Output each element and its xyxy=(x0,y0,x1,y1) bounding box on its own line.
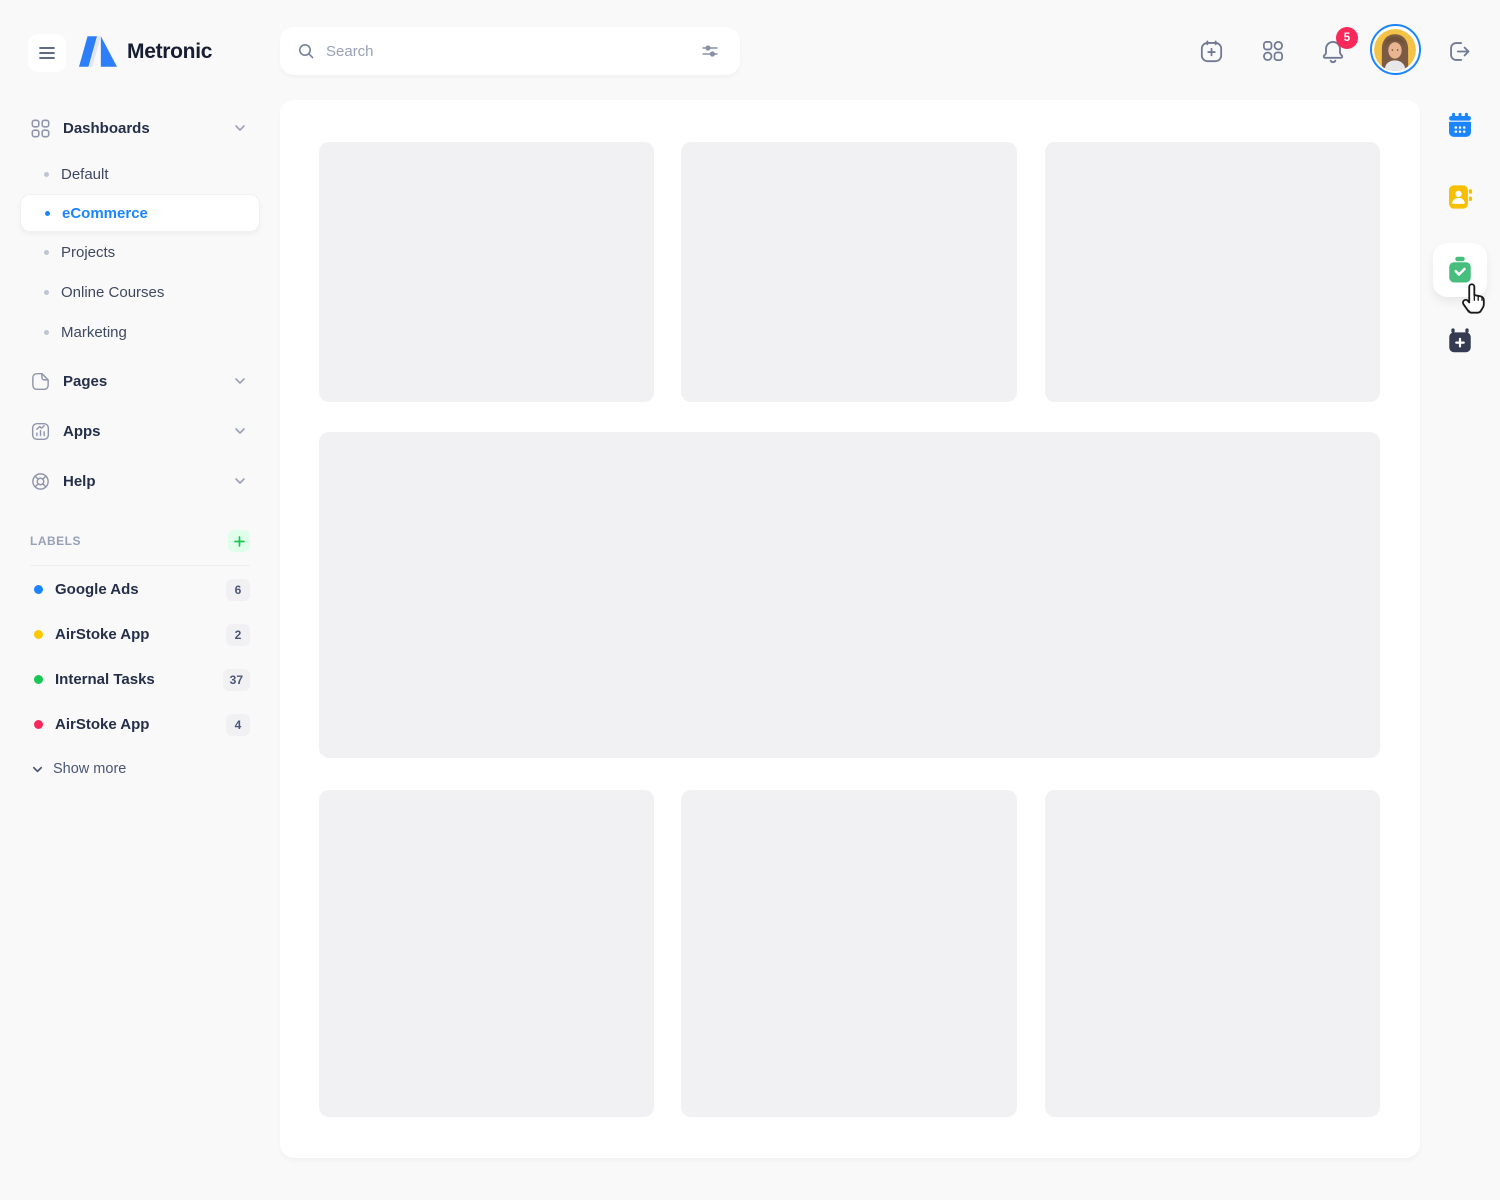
search-bar[interactable] xyxy=(280,27,740,75)
label-count-badge: 2 xyxy=(226,624,250,646)
sidebar-section-pages[interactable]: Pages xyxy=(0,356,280,406)
sidebar-section-help[interactable]: Help xyxy=(0,456,280,506)
search-filter-button[interactable] xyxy=(696,37,724,65)
label-item-airstoke-app[interactable]: AirStoke App 2 xyxy=(0,612,280,657)
label-color-dot xyxy=(34,630,43,639)
add-label-icon xyxy=(232,534,247,549)
pages-icon xyxy=(30,371,51,392)
filter-sliders-icon xyxy=(700,41,720,61)
rail-contacts-icon xyxy=(1446,183,1474,211)
sidebar-menus: Pages Apps xyxy=(0,356,280,506)
label-item-airstoke-app-2[interactable]: AirStoke App 4 xyxy=(0,702,280,747)
bullet-dot xyxy=(44,250,49,255)
labels-header: LABELS xyxy=(0,530,280,552)
brand-name: Metronic xyxy=(127,40,212,64)
notifications-count-badge: 5 xyxy=(1336,27,1358,49)
apps-launcher-button[interactable] xyxy=(1258,36,1288,66)
dashboards-grid-icon xyxy=(30,118,51,139)
sidebar: Dashboards Default eCommerce Projects On… xyxy=(0,100,280,781)
sign-out-icon xyxy=(1446,38,1473,65)
placeholder-card xyxy=(319,142,654,402)
section-label: Help xyxy=(63,473,96,490)
show-more-button[interactable]: Show more xyxy=(0,757,280,781)
label-name: AirStoke App xyxy=(55,716,149,733)
rail-calendar-icon xyxy=(1446,112,1474,140)
chevron-down-icon xyxy=(232,373,248,389)
calendar-add-icon xyxy=(1198,38,1225,65)
placeholder-card xyxy=(681,142,1017,402)
sidebar-item-label: Online Courses xyxy=(61,284,164,301)
sidebar-item-label: Marketing xyxy=(61,324,127,341)
label-count-badge: 4 xyxy=(226,714,250,736)
search-icon xyxy=(296,41,316,61)
sidebar-item-label: Projects xyxy=(61,244,115,261)
placeholder-card xyxy=(1045,790,1380,1117)
add-label-button[interactable] xyxy=(228,530,250,552)
rail-notes-add-icon xyxy=(1446,327,1474,355)
section-label: Apps xyxy=(63,423,101,440)
chevron-down-icon xyxy=(30,762,45,777)
dashboards-items: Default eCommerce Projects Online Course… xyxy=(0,154,280,352)
labels-title: LABELS xyxy=(30,534,81,548)
section-label: Dashboards xyxy=(63,120,150,137)
sidebar-item-label: eCommerce xyxy=(62,205,148,222)
notifications: 5 xyxy=(1318,36,1348,66)
rail-tasks-button[interactable] xyxy=(1433,243,1487,297)
bullet-dot xyxy=(44,172,49,177)
label-count-badge: 37 xyxy=(223,669,250,691)
sidebar-item-marketing[interactable]: Marketing xyxy=(20,312,260,352)
rail-contacts-button[interactable] xyxy=(1446,183,1474,211)
labels-list: Google Ads 6 AirStoke App 2 Internal Tas… xyxy=(0,567,280,747)
label-count-badge: 6 xyxy=(226,579,250,601)
placeholder-card xyxy=(681,790,1017,1117)
sidebar-item-label: Default xyxy=(61,166,109,183)
user-avatar[interactable] xyxy=(1370,24,1421,75)
sidebar-toggle-button[interactable] xyxy=(28,34,66,72)
apps-chart-icon xyxy=(30,421,51,442)
brand-logo[interactable]: Metronic xyxy=(79,36,212,67)
placeholder-card xyxy=(1045,142,1380,402)
label-color-dot xyxy=(34,585,43,594)
rail-tasks-check-icon xyxy=(1445,255,1475,285)
label-name: AirStoke App xyxy=(55,626,149,643)
sidebar-item-default[interactable]: Default xyxy=(20,154,260,194)
bullet-dot xyxy=(45,211,50,216)
chevron-down-icon xyxy=(232,473,248,489)
rail-calendar-button[interactable] xyxy=(1446,112,1474,140)
metronic-logo-icon xyxy=(79,36,117,67)
rail-notes-add-button[interactable] xyxy=(1446,327,1474,355)
label-color-dot xyxy=(34,720,43,729)
bullet-dot xyxy=(44,330,49,335)
sidebar-section-apps[interactable]: Apps xyxy=(0,406,280,456)
calendar-add-button[interactable] xyxy=(1196,36,1226,66)
sidebar-item-online-courses[interactable]: Online Courses xyxy=(20,272,260,312)
sidebar-item-projects[interactable]: Projects xyxy=(20,232,260,272)
placeholder-card xyxy=(319,790,654,1117)
sign-out-button[interactable] xyxy=(1444,36,1474,66)
label-item-internal-tasks[interactable]: Internal Tasks 37 xyxy=(0,657,280,702)
bullet-dot xyxy=(44,290,49,295)
label-name: Internal Tasks xyxy=(55,671,155,688)
placeholder-card-wide xyxy=(319,432,1380,758)
apps-grid-icon xyxy=(1260,38,1286,64)
show-more-label: Show more xyxy=(53,761,126,777)
label-name: Google Ads xyxy=(55,581,139,598)
labels-divider xyxy=(30,565,250,566)
label-color-dot xyxy=(34,675,43,684)
label-item-google-ads[interactable]: Google Ads 6 xyxy=(0,567,280,612)
main-content-card xyxy=(280,100,1420,1158)
chevron-down-icon xyxy=(232,120,248,136)
sidebar-section-dashboards[interactable]: Dashboards xyxy=(0,108,280,148)
help-lifebuoy-icon xyxy=(30,471,51,492)
menu-icon xyxy=(37,43,57,63)
section-label: Pages xyxy=(63,373,107,390)
chevron-down-icon xyxy=(232,423,248,439)
app-root: Metronic xyxy=(0,0,1500,1200)
sidebar-item-ecommerce[interactable]: eCommerce xyxy=(20,194,260,232)
search-input[interactable] xyxy=(326,43,686,60)
